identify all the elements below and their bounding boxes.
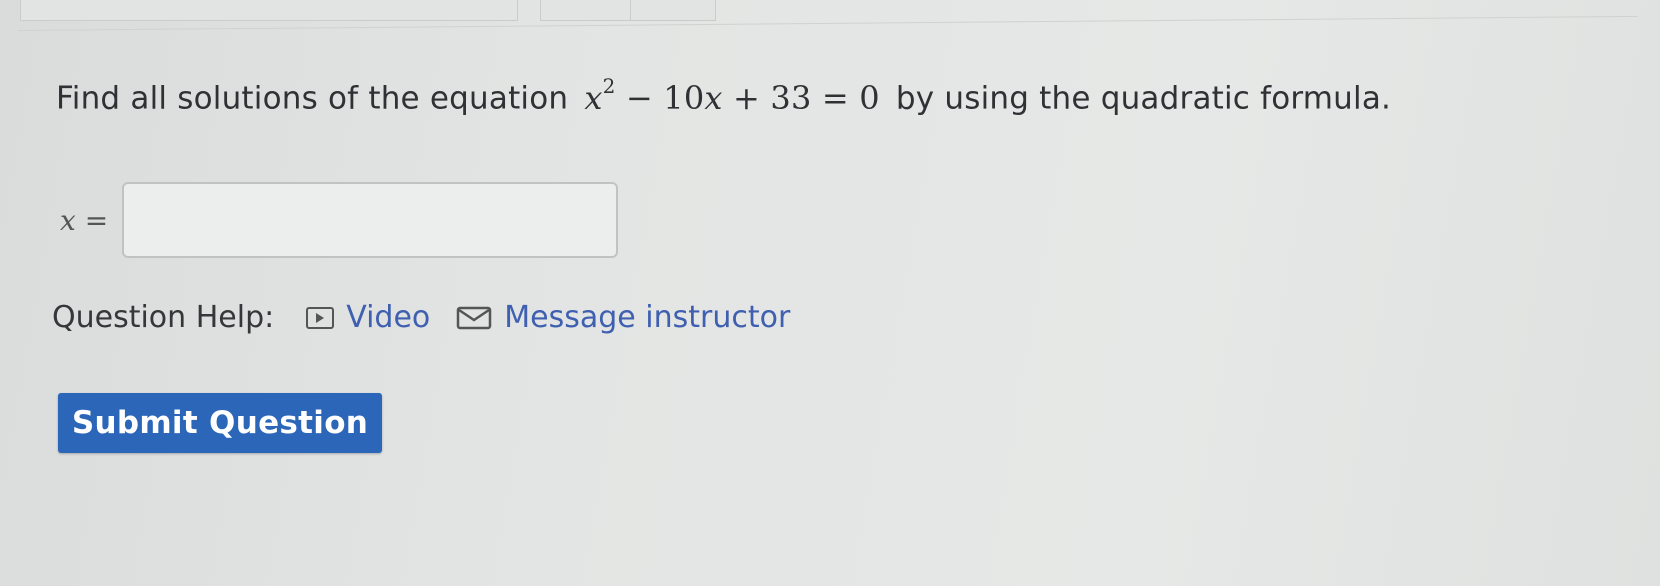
message-instructor-label: Message instructor <box>504 300 791 335</box>
submit-question-button[interactable]: Submit Question <box>58 393 382 453</box>
equation-var2: x <box>704 78 723 117</box>
question-text: Find all solutions of the equation x2 − … <box>56 74 1392 117</box>
question-prefix: Find all solutions of the equation <box>56 80 569 117</box>
equation-middle: − 10 <box>625 78 705 117</box>
question-help-label: Question Help: <box>52 300 275 335</box>
envelope-icon <box>457 306 492 329</box>
question-suffix: by using the quadratic formula. <box>895 80 1392 117</box>
top-tab-middle <box>540 0 632 21</box>
video-link[interactable]: Video <box>306 300 430 335</box>
equation: x2 − 10x + 33 = 0 <box>584 74 880 117</box>
top-tab-left <box>20 0 518 21</box>
top-tab-right <box>630 0 716 21</box>
answer-row: x = <box>60 182 619 258</box>
top-toolbar-strip <box>0 0 1660 24</box>
video-play-icon <box>306 306 335 329</box>
equation-var: x <box>584 78 603 117</box>
answer-label-var: x <box>60 203 76 237</box>
answer-label: x = <box>60 204 108 237</box>
equation-tail: + 33 = 0 <box>733 78 880 117</box>
message-instructor-link[interactable]: Message instructor <box>456 300 790 335</box>
answer-input[interactable] <box>122 182 619 258</box>
question-help: Question Help: Video Message instructor <box>52 300 816 335</box>
equation-exponent: 2 <box>602 74 616 98</box>
answer-label-eq: = <box>84 203 109 237</box>
video-link-label: Video <box>346 300 431 335</box>
